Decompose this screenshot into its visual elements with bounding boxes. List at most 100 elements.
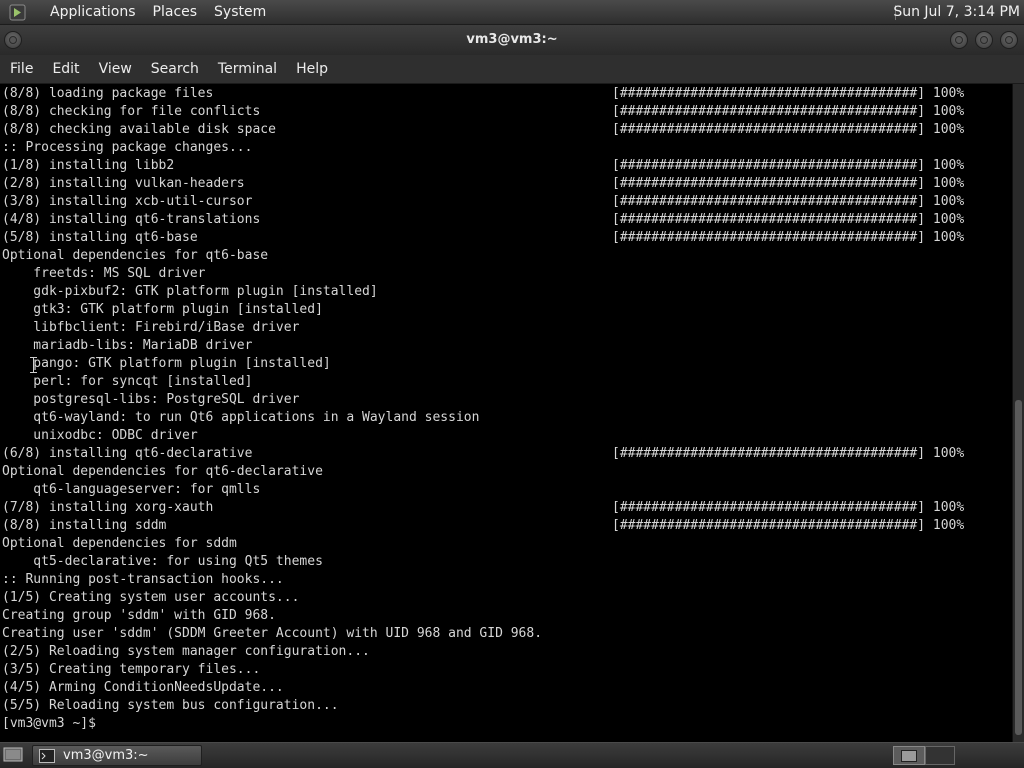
terminal-line: gdk-pixbuf2: GTK platform plugin [instal…: [0, 283, 1012, 301]
terminal-line-text: (8/8) checking for file conflicts: [2, 104, 261, 119]
window-menu-button[interactable]: [4, 31, 22, 49]
workspace-1[interactable]: [893, 746, 925, 765]
show-desktop-icon[interactable]: [3, 747, 23, 763]
progress-bar-text: [######################################]…: [612, 176, 965, 191]
terminal-line: (2/8) installing vulkan-headers [########…: [0, 175, 1012, 193]
terminal-line-text: qt6-languageserver: for qmlls: [2, 482, 261, 497]
progress-bar-text: [######################################]…: [612, 500, 965, 515]
terminal-line: (8/8) checking for file conflicts [######…: [0, 103, 1012, 121]
menu-search[interactable]: Search: [141, 55, 208, 84]
terminal-line-text: (6/8) installing qt6-declarative: [2, 446, 253, 461]
terminal-line: freetds: MS SQL driver: [0, 265, 1012, 283]
applications-menu[interactable]: Applications: [50, 0, 136, 25]
terminal-line-text: (8/8) loading package files: [2, 86, 214, 101]
terminal-line: (5/5) Reloading system bus configuration…: [0, 697, 1012, 715]
terminal-line: [vm3@vm3 ~]$: [0, 715, 1012, 733]
close-button[interactable]: [1000, 31, 1018, 49]
terminal-line-text: (5/5) Reloading system bus configuration…: [2, 698, 339, 713]
terminal-line: postgresql-libs: PostgreSQL driver: [0, 391, 1012, 409]
terminal-line: (2/5) Reloading system manager configura…: [0, 643, 1012, 661]
terminal-line-text: (1/5) Creating system user accounts...: [2, 590, 300, 605]
progress-bar-text: [######################################]…: [612, 446, 965, 461]
applications-menu-icon[interactable]: [9, 4, 26, 21]
terminal-line: Optional dependencies for sddm: [0, 535, 1012, 553]
taskbar-terminal-button[interactable]: vm3@vm3:~: [32, 745, 202, 766]
terminal-line: qt5-declarative: for using Qt5 themes: [0, 553, 1012, 571]
workspace-2[interactable]: [925, 746, 955, 765]
terminal-line-text: freetds: MS SQL driver: [2, 266, 206, 281]
progress-bar-text: [######################################]…: [612, 122, 965, 137]
terminal-line-text: Creating user 'sddm' (SDDM Greeter Accou…: [2, 626, 543, 641]
maximize-button[interactable]: [975, 31, 993, 49]
terminal-line-text: (4/5) Arming ConditionNeedsUpdate...: [2, 680, 284, 695]
terminal-line-text: (8/8) installing sddm: [2, 518, 167, 533]
terminal-scrollbar[interactable]: [1012, 84, 1024, 742]
terminal-line-text: (2/8) installing vulkan-headers: [2, 176, 245, 191]
minimize-button[interactable]: [950, 31, 968, 49]
top-panel: Applications Places System Sun Jul 7, 3:…: [0, 0, 1024, 25]
progress-bar-text: [######################################]…: [612, 194, 965, 209]
menu-edit[interactable]: Edit: [42, 55, 88, 84]
menu-terminal[interactable]: Terminal: [208, 55, 286, 84]
terminal-line: (4/5) Arming ConditionNeedsUpdate...: [0, 679, 1012, 697]
terminal-line: Creating user 'sddm' (SDDM Greeter Accou…: [0, 625, 1012, 643]
terminal-line: qt6-wayland: to run Qt6 applications in …: [0, 409, 1012, 427]
taskbar-terminal-label: vm3@vm3:~: [63, 748, 149, 763]
terminal-line: Creating group 'sddm' with GID 968.: [0, 607, 1012, 625]
menu-file[interactable]: File: [0, 55, 42, 84]
places-menu[interactable]: Places: [153, 0, 198, 25]
terminal-line-text: libfbclient: Firebird/iBase driver: [2, 320, 300, 335]
scrollbar-thumb[interactable]: [1015, 400, 1022, 735]
window-title: vm3@vm3:~: [466, 32, 558, 47]
menu-help[interactable]: Help: [286, 55, 337, 84]
terminal-line-text: (2/5) Reloading system manager configura…: [2, 644, 370, 659]
terminal-line: Optional dependencies for qt6-base: [0, 247, 1012, 265]
terminal-line-text: unixodbc: ODBC driver: [2, 428, 198, 443]
terminal-line-text: Creating group 'sddm' with GID 968.: [2, 608, 276, 623]
terminal-line: (8/8) checking available disk space [####…: [0, 121, 1012, 139]
progress-bar-text: [######################################]…: [612, 86, 965, 101]
terminal-line-text: (1/8) installing libb2: [2, 158, 175, 173]
terminal-line: mariadb-libs: MariaDB driver: [0, 337, 1012, 355]
progress-bar-text: [######################################]…: [612, 230, 965, 245]
terminal-line: (3/5) Creating temporary files...: [0, 661, 1012, 679]
terminal-line-text: gtk3: GTK platform plugin [installed]: [2, 302, 323, 317]
terminal-line-text: (7/8) installing xorg-xauth: [2, 500, 214, 515]
progress-bar-text: [######################################]…: [612, 158, 965, 173]
progress-bar-text: [######################################]…: [612, 212, 965, 227]
terminal-line: unixodbc: ODBC driver: [0, 427, 1012, 445]
progress-bar-text: [######################################]…: [612, 104, 965, 119]
menu-view[interactable]: View: [89, 55, 141, 84]
clock[interactable]: Sun Jul 7, 3:14 PM: [883, 0, 1024, 25]
mouse-text-cursor-icon: [30, 357, 38, 373]
terminal-line: Optional dependencies for qt6-declarativ…: [0, 463, 1012, 481]
terminal-line-text: [vm3@vm3 ~]$: [2, 716, 104, 731]
terminal-line: (1/8) installing libb2 [#################…: [0, 157, 1012, 175]
terminal-line: :: Processing package changes...: [0, 139, 1012, 157]
window-titlebar[interactable]: vm3@vm3:~: [0, 25, 1024, 55]
terminal-line: (8/8) loading package files [############…: [0, 85, 1012, 103]
terminal-line: (6/8) installing qt6-declarative [#######…: [0, 445, 1012, 463]
progress-bar-text: [######################################]…: [612, 518, 965, 533]
terminal-line-text: mariadb-libs: MariaDB driver: [2, 338, 253, 353]
terminal-line-text: (3/8) installing xcb-util-cursor: [2, 194, 253, 209]
terminal-line: pango: GTK platform plugin [installed]: [0, 355, 1012, 373]
terminal-line: gtk3: GTK platform plugin [installed]: [0, 301, 1012, 319]
bottom-panel: vm3@vm3:~: [0, 742, 1024, 768]
terminal-line-text: perl: for syncqt [installed]: [2, 374, 253, 389]
menubar: File Edit View Search Terminal Help: [0, 55, 1024, 84]
terminal-line: (5/8) installing qt6-base [##############…: [0, 229, 1012, 247]
terminal-line-text: (4/8) installing qt6-translations: [2, 212, 261, 227]
system-menu[interactable]: System: [214, 0, 266, 25]
terminal-line: (7/8) installing xorg-xauth [############…: [0, 499, 1012, 517]
terminal-line-text: Optional dependencies for sddm: [2, 536, 237, 551]
terminal-line: (8/8) installing sddm [##################…: [0, 517, 1012, 535]
terminal-line-text: (8/8) checking available disk space: [2, 122, 276, 137]
terminal-output[interactable]: (8/8) loading package files [############…: [0, 84, 1012, 742]
terminal-line-text: (5/8) installing qt6-base: [2, 230, 198, 245]
terminal-line-text: Optional dependencies for qt6-declarativ…: [2, 464, 323, 479]
terminal-line-text: qt6-wayland: to run Qt6 applications in …: [2, 410, 480, 425]
terminal-line-text: (3/5) Creating temporary files...: [2, 662, 261, 677]
terminal-line: qt6-languageserver: for qmlls: [0, 481, 1012, 499]
terminal-line-text: pango: GTK platform plugin [installed]: [2, 356, 331, 371]
